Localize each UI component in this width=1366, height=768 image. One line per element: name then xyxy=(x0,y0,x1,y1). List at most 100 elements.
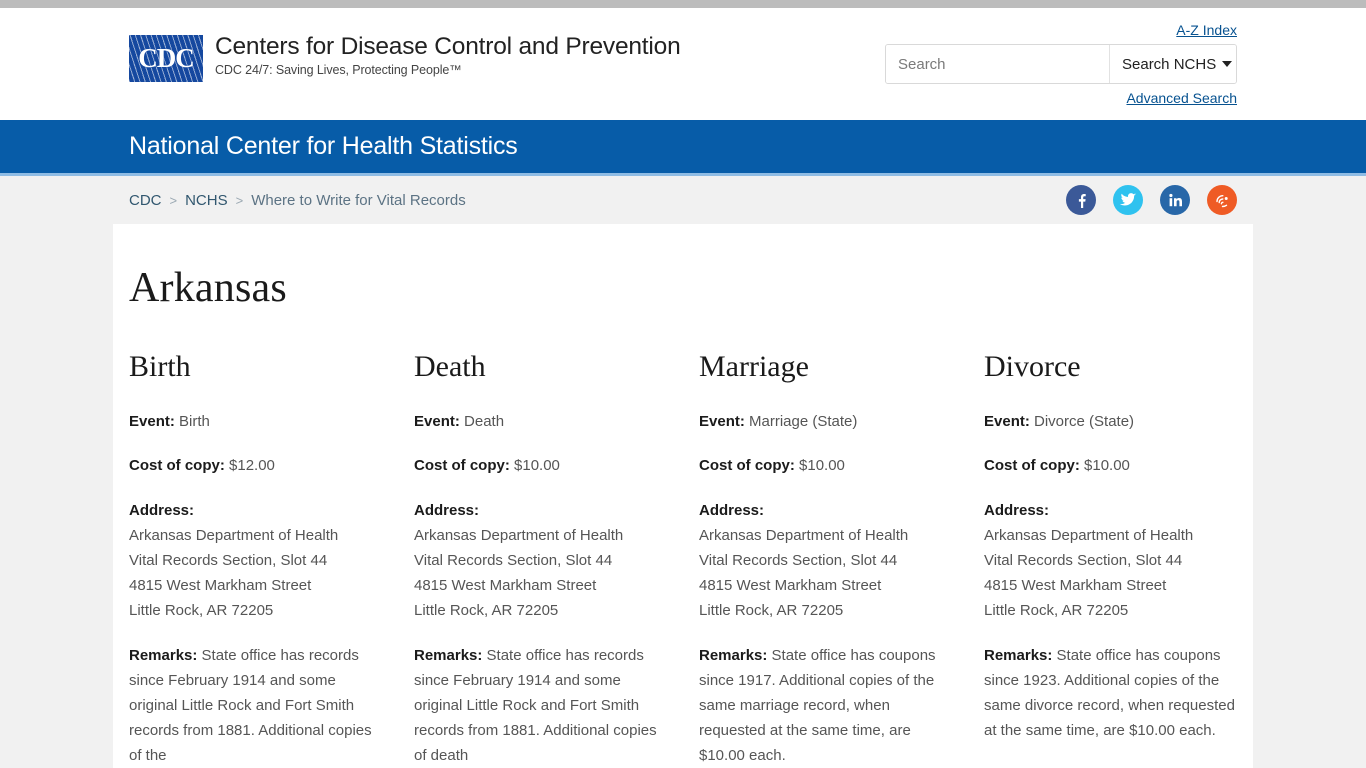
breadcrumb-item-cdc[interactable]: CDC xyxy=(129,192,162,209)
breadcrumb: CDC > NCHS > Where to Write for Vital Re… xyxy=(129,192,466,209)
syndicate-icon[interactable] xyxy=(1207,185,1237,215)
address-line: Vital Records Section, Slot 44 xyxy=(699,552,898,570)
event-label: Event: xyxy=(414,413,460,431)
remarks-field: Remarks: State office has records since … xyxy=(414,643,665,768)
search-input[interactable] xyxy=(886,45,1109,83)
cost-field: Cost of copy: $10.00 xyxy=(699,453,950,478)
address-label: Address: xyxy=(414,501,480,519)
address-line: Arkansas Department of Health xyxy=(984,526,1194,544)
cost-field: Cost of copy: $10.00 xyxy=(984,453,1235,478)
event-value: Marriage (State) xyxy=(749,413,858,431)
remarks-field: Remarks: State office has coupons since … xyxy=(699,643,950,768)
column-title: Birth xyxy=(129,350,191,384)
cdc-logo-letters: CDC xyxy=(138,43,195,73)
address-label: Address: xyxy=(129,501,195,519)
search-bar: Search NCHS xyxy=(885,44,1237,84)
address-field: Address: Arkansas Department of Health V… xyxy=(414,498,665,624)
breadcrumb-separator: > xyxy=(235,192,244,208)
address-field: Address: Arkansas Department of Health V… xyxy=(129,498,380,624)
address-line: Vital Records Section, Slot 44 xyxy=(414,552,613,570)
remarks-label: Remarks: xyxy=(129,646,198,664)
event-value: Divorce (State) xyxy=(1034,413,1135,431)
content-card: Arkansas Birth Event: Birth Cost of copy… xyxy=(113,224,1253,768)
cost-value: $10.00 xyxy=(514,457,560,475)
address-line: Arkansas Department of Health xyxy=(414,526,624,544)
remarks-value: State office has records since February … xyxy=(129,646,372,765)
address-line: Little Rock, AR 72205 xyxy=(414,602,559,620)
breadcrumb-separator: > xyxy=(169,192,178,208)
address-line: 4815 West Markham Street xyxy=(699,577,882,595)
record-column-death: Death Event: Death Cost of copy: $10.00 … xyxy=(414,350,699,768)
cdc-logo[interactable]: CDC Centers for Disease Control and Prev… xyxy=(129,33,681,82)
event-label: Event: xyxy=(129,413,175,431)
address-line: Little Rock, AR 72205 xyxy=(129,602,274,620)
address-line: 4815 West Markham Street xyxy=(129,577,312,595)
header-search-zone: A-Z Index Search NCHS Advanced Search xyxy=(885,22,1237,108)
syndicate-glyph xyxy=(1215,194,1228,207)
event-label: Event: xyxy=(699,413,745,431)
address-line: 4815 West Markham Street xyxy=(414,577,597,595)
page-title: Arkansas xyxy=(129,265,287,311)
event-field: Event: Death xyxy=(414,409,665,434)
cost-label: Cost of copy: xyxy=(984,457,1080,475)
address-label: Address: xyxy=(699,501,765,519)
event-value: Birth xyxy=(179,413,210,431)
cdc-logo-mark-icon: CDC xyxy=(129,35,203,82)
remarks-label: Remarks: xyxy=(414,646,483,664)
site-header: CDC Centers for Disease Control and Prev… xyxy=(0,8,1366,120)
facebook-glyph xyxy=(1078,194,1086,208)
address-line: Little Rock, AR 72205 xyxy=(984,602,1129,620)
event-label: Event: xyxy=(984,413,1030,431)
remarks-value: State office has coupons since 1917. Add… xyxy=(699,646,936,765)
cost-label: Cost of copy: xyxy=(414,457,510,475)
chevron-down-icon xyxy=(1222,61,1233,67)
remarks-value: State office has records since February … xyxy=(414,646,657,765)
advanced-search-link[interactable]: Advanced Search xyxy=(1126,90,1237,106)
cost-value: $10.00 xyxy=(1084,457,1130,475)
event-field: Event: Birth xyxy=(129,409,380,434)
top-gray-bar xyxy=(0,0,1366,8)
address-field: Address: Arkansas Department of Health V… xyxy=(984,498,1235,624)
linkedin-icon[interactable] xyxy=(1160,185,1190,215)
address-line: Arkansas Department of Health xyxy=(129,526,339,544)
search-scope-dropdown[interactable]: Search NCHS xyxy=(1109,45,1236,83)
record-column-birth: Birth Event: Birth Cost of copy: $12.00 … xyxy=(129,350,414,768)
column-title: Death xyxy=(414,350,486,384)
event-field: Event: Marriage (State) xyxy=(699,409,950,434)
twitter-icon[interactable] xyxy=(1113,185,1143,215)
remarks-field: Remarks: State office has coupons since … xyxy=(984,643,1235,744)
site-banner: National Center for Health Statistics xyxy=(0,120,1366,176)
cdc-logo-tagline: CDC 24/7: Saving Lives, Protecting Peopl… xyxy=(215,63,462,78)
address-line: Little Rock, AR 72205 xyxy=(699,602,844,620)
cost-value: $10.00 xyxy=(799,457,845,475)
breadcrumb-item-current: Where to Write for Vital Records xyxy=(251,191,466,209)
records-columns: Birth Event: Birth Cost of copy: $12.00 … xyxy=(129,350,1237,768)
address-line: Vital Records Section, Slot 44 xyxy=(984,552,1183,570)
search-scope-label: Search NCHS xyxy=(1122,55,1217,73)
record-column-marriage: Marriage Event: Marriage (State) Cost of… xyxy=(699,350,984,768)
address-field: Address: Arkansas Department of Health V… xyxy=(699,498,950,624)
social-share-group xyxy=(1066,185,1237,215)
cost-field: Cost of copy: $10.00 xyxy=(414,453,665,478)
record-column-divorce: Divorce Event: Divorce (State) Cost of c… xyxy=(984,350,1269,768)
column-title: Marriage xyxy=(699,350,809,384)
column-title: Divorce xyxy=(984,350,1081,384)
cost-value: $12.00 xyxy=(229,457,275,475)
address-line: 4815 West Markham Street xyxy=(984,577,1167,595)
linkedin-glyph xyxy=(1169,193,1182,207)
remarks-label: Remarks: xyxy=(699,646,768,664)
address-label: Address: xyxy=(984,501,1050,519)
address-line: Arkansas Department of Health xyxy=(699,526,909,544)
a-z-index-link[interactable]: A-Z Index xyxy=(1176,22,1237,38)
event-value: Death xyxy=(464,413,505,431)
twitter-glyph xyxy=(1120,193,1136,206)
cdc-logo-title: Centers for Disease Control and Preventi… xyxy=(215,33,681,60)
remarks-field: Remarks: State office has records since … xyxy=(129,643,380,768)
cost-label: Cost of copy: xyxy=(699,457,795,475)
banner-title: National Center for Health Statistics xyxy=(129,132,518,160)
remarks-label: Remarks: xyxy=(984,646,1053,664)
facebook-icon[interactable] xyxy=(1066,185,1096,215)
cost-field: Cost of copy: $12.00 xyxy=(129,453,380,478)
breadcrumb-item-nchs[interactable]: NCHS xyxy=(185,192,228,209)
event-field: Event: Divorce (State) xyxy=(984,409,1235,434)
